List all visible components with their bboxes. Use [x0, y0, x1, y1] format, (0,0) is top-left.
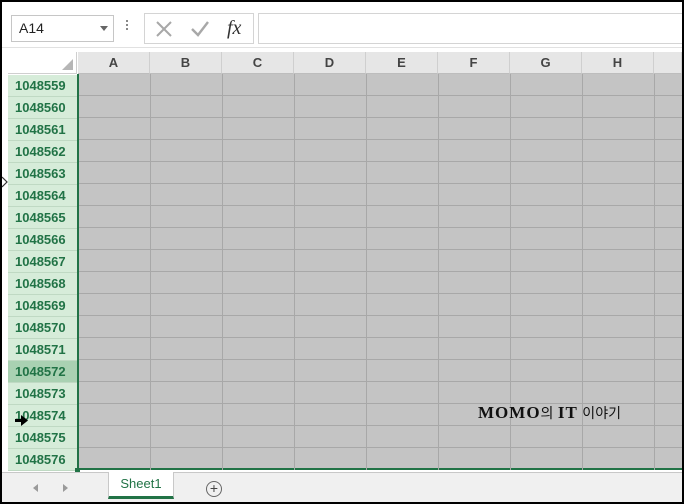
- row-header[interactable]: 1048562: [8, 141, 77, 163]
- row-header[interactable]: 1048564: [8, 185, 77, 207]
- column-header-g[interactable]: G: [510, 52, 582, 74]
- row-header[interactable]: 1048576: [8, 449, 77, 471]
- row-header[interactable]: 1048569: [8, 295, 77, 317]
- select-all-button[interactable]: [8, 52, 77, 74]
- excel-window: A14 fx ABCDEFGH 1048559 1048560 1048561 104…: [0, 0, 684, 504]
- grid-line: [79, 293, 682, 294]
- column-header-c[interactable]: C: [222, 52, 294, 74]
- grid-line: [366, 74, 367, 470]
- grid-line: [438, 74, 439, 470]
- sheet-tab-sheet1[interactable]: Sheet1: [108, 472, 174, 499]
- row-header[interactable]: 1048563: [8, 163, 77, 185]
- row-header[interactable]: 1048567: [8, 251, 77, 273]
- row-header[interactable]: 1048560: [8, 97, 77, 119]
- grid-line: [79, 337, 682, 338]
- grid-line: [654, 74, 655, 470]
- insert-function-button[interactable]: fx: [227, 17, 241, 40]
- row-header[interactable]: 1048559: [8, 75, 77, 97]
- chevron-down-icon[interactable]: [100, 26, 108, 31]
- column-header-partial[interactable]: [654, 52, 682, 74]
- grid-line: [79, 425, 682, 426]
- grid-line: [150, 74, 151, 470]
- more-options-icon[interactable]: [126, 18, 130, 32]
- row-header[interactable]: 1048571: [8, 339, 77, 361]
- grid-line: [79, 249, 682, 250]
- column-header-b[interactable]: B: [150, 52, 222, 74]
- grid-line: [79, 139, 682, 140]
- grid-line: [79, 183, 682, 184]
- grid-line: [79, 271, 682, 272]
- row-select-arrow-icon: [15, 415, 28, 426]
- formula-input[interactable]: [258, 13, 682, 44]
- grid-line: [79, 381, 682, 382]
- row-header[interactable]: 1048568: [8, 273, 77, 295]
- grid-line: [79, 359, 682, 360]
- prev-sheet-icon[interactable]: [33, 484, 38, 492]
- cancel-icon[interactable]: [155, 20, 173, 38]
- grid-line: [79, 227, 682, 228]
- column-header-d[interactable]: D: [294, 52, 366, 74]
- enter-check-icon[interactable]: [190, 20, 210, 38]
- row-header[interactable]: 1048570: [8, 317, 77, 339]
- row-header[interactable]: 1048561: [8, 119, 77, 141]
- grid-line: [79, 95, 682, 96]
- grid-line: [79, 117, 682, 118]
- row-header[interactable]: 1048575: [8, 427, 77, 449]
- row-header[interactable]: 1048566: [8, 229, 77, 251]
- grid-line: [294, 74, 295, 470]
- name-box[interactable]: A14: [11, 15, 114, 42]
- formula-bar: A14 fx: [2, 2, 682, 48]
- next-sheet-icon[interactable]: [63, 484, 68, 492]
- grid-line: [79, 315, 682, 316]
- row-header[interactable]: 1048573: [8, 383, 77, 405]
- name-box-value: A14: [19, 20, 44, 36]
- column-header-e[interactable]: E: [366, 52, 438, 74]
- grid-line: [79, 161, 682, 162]
- watermark: MOMO의 IT 이야기: [478, 403, 621, 422]
- resize-marker-icon: [2, 176, 8, 188]
- add-sheet-icon[interactable]: +: [206, 481, 222, 497]
- column-header-a[interactable]: A: [78, 52, 150, 74]
- grid-line: [222, 74, 223, 470]
- column-header-f[interactable]: F: [438, 52, 510, 74]
- row-header[interactable]: 1048565: [8, 207, 77, 229]
- sheet-tab-bar: Sheet1 +: [2, 472, 682, 502]
- row-header[interactable]: 1048572: [8, 361, 77, 383]
- grid-line: [79, 447, 682, 448]
- formula-buttons: fx: [144, 13, 254, 44]
- column-header-h[interactable]: H: [582, 52, 654, 74]
- grid-line: [79, 205, 682, 206]
